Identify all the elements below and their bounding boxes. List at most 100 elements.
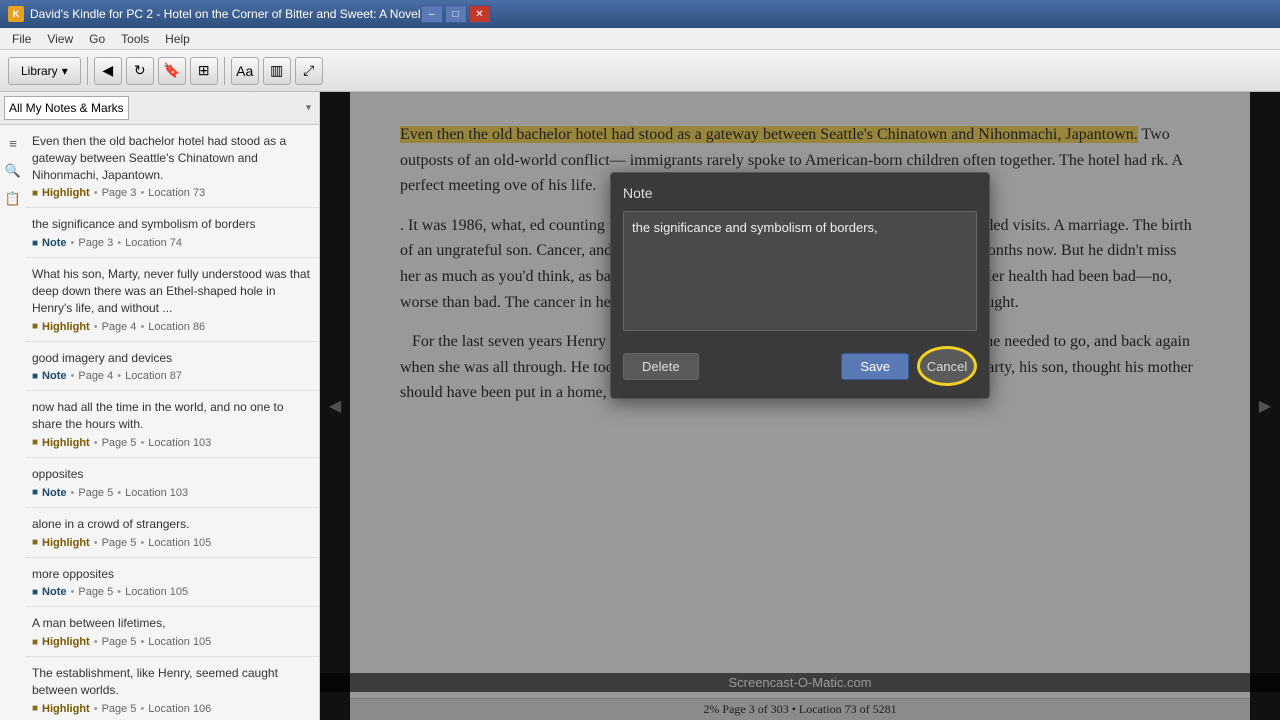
note-separator-2: • — [140, 703, 144, 715]
bookmark-button[interactable]: 🔖 — [158, 57, 186, 85]
note-type-label: Highlight — [42, 437, 90, 449]
note-location: Location 105 — [148, 537, 211, 549]
note-meta: ■ Highlight • Page 5 • Location 105 — [32, 537, 311, 549]
titlebar: K David's Kindle for PC 2 - Hotel on the… — [0, 0, 1280, 28]
list-item[interactable]: opposites ■ Note • Page 5 • Location 103 — [26, 458, 319, 508]
menu-view[interactable]: View — [39, 30, 81, 48]
list-item[interactable]: The establishment, like Henry, seemed ca… — [26, 657, 319, 720]
note-page: Page 4 — [78, 370, 113, 382]
window-controls[interactable]: – □ ✕ — [421, 5, 491, 23]
note-type-icon: ■ — [32, 537, 38, 548]
close-button[interactable]: ✕ — [469, 5, 491, 23]
list-item[interactable]: the significance and symbolism of border… — [26, 208, 319, 258]
menu-go[interactable]: Go — [81, 30, 113, 48]
menu-help[interactable]: Help — [157, 30, 198, 48]
list-item[interactable]: now had all the time in the world, and n… — [26, 391, 319, 458]
back-button[interactable]: ◀ — [94, 57, 122, 85]
minimize-button[interactable]: – — [421, 5, 443, 23]
notes-filter-dropdown[interactable]: All My Notes & Marks Highlights Only Not… — [4, 96, 129, 120]
note-meta: ■ Highlight • Page 5 • Location 105 — [32, 636, 311, 648]
note-type-icon: ■ — [32, 238, 38, 249]
note-text: alone in a crowd of strangers. — [32, 516, 311, 533]
layout-button[interactable]: ⊞ — [190, 57, 218, 85]
sidebar-notes-icon[interactable]: 📋 — [2, 188, 24, 210]
note-text: the significance and symbolism of border… — [32, 216, 311, 233]
note-text: The establishment, like Henry, seemed ca… — [32, 665, 311, 699]
main-layout: ≡ 🔍 📋 All My Notes & Marks Highlights On… — [0, 92, 1280, 720]
menu-file[interactable]: File — [4, 30, 39, 48]
note-page: Page 5 — [102, 437, 137, 449]
list-item[interactable]: Even then the old bachelor hotel had sto… — [26, 125, 319, 208]
list-item[interactable]: A man between lifetimes, ■ Highlight • P… — [26, 607, 319, 657]
content-area: ◀ Even then the old bachelor hotel had s… — [320, 92, 1280, 720]
note-meta: ■ Highlight • Page 5 • Location 103 — [32, 437, 311, 449]
font-button[interactable]: Aa — [231, 57, 259, 85]
note-separator: • — [94, 187, 98, 199]
app-icon: K — [8, 6, 24, 22]
list-item[interactable]: more opposites ■ Note • Page 5 • Locatio… — [26, 558, 319, 608]
note-separator-2: • — [117, 487, 121, 499]
note-meta: ■ Highlight • Page 4 • Location 86 — [32, 321, 311, 333]
sidebar-search-icon[interactable]: 🔍 — [2, 160, 24, 182]
note-dialog: Note Delete Save Cancel — [610, 172, 990, 399]
note-meta: ■ Highlight • Page 5 • Location 106 — [32, 703, 311, 715]
note-meta: ■ Note • Page 4 • Location 87 — [32, 370, 311, 382]
note-page: Page 5 — [102, 537, 137, 549]
note-separator-2: • — [140, 636, 144, 648]
list-item[interactable]: What his son, Marty, never fully underst… — [26, 258, 319, 341]
note-type-label: Note — [42, 237, 66, 249]
note-location: Location 87 — [125, 370, 182, 382]
menu-tools[interactable]: Tools — [113, 30, 157, 48]
fullscreen-button[interactable]: ⤢ — [295, 57, 323, 85]
note-page: Page 3 — [78, 237, 113, 249]
note-meta: ■ Note • Page 5 • Location 105 — [32, 586, 311, 598]
note-text: A man between lifetimes, — [32, 615, 311, 632]
note-textarea[interactable] — [623, 211, 977, 331]
note-type-icon: ■ — [32, 321, 38, 332]
note-location: Location 106 — [148, 703, 211, 715]
list-item[interactable]: good imagery and devices ■ Note • Page 4… — [26, 342, 319, 392]
note-separator: • — [71, 237, 75, 249]
note-page: Page 5 — [78, 487, 113, 499]
note-type-label: Highlight — [42, 321, 90, 333]
list-item[interactable]: alone in a crowd of strangers. ■ Highlig… — [26, 508, 319, 558]
cancel-button[interactable]: Cancel — [917, 346, 977, 386]
note-type-icon: ■ — [32, 188, 38, 199]
note-separator: • — [94, 636, 98, 648]
maximize-button[interactable]: □ — [445, 5, 467, 23]
note-dialog-backdrop: Note Delete Save Cancel — [320, 92, 1280, 720]
note-text: opposites — [32, 466, 311, 483]
columns-button[interactable]: ▥ — [263, 57, 291, 85]
note-type-label: Highlight — [42, 537, 90, 549]
note-page: Page 5 — [78, 586, 113, 598]
note-separator: • — [94, 537, 98, 549]
toolbar-separator-1 — [87, 57, 88, 85]
library-button[interactable]: Library ▾ — [8, 57, 81, 85]
note-type-icon: ■ — [32, 637, 38, 648]
note-separator: • — [71, 586, 75, 598]
note-location: Location 105 — [125, 586, 188, 598]
note-location: Location 74 — [125, 237, 182, 249]
note-separator-2: • — [140, 437, 144, 449]
save-button[interactable]: Save — [841, 353, 909, 380]
refresh-button[interactable]: ↻ — [126, 57, 154, 85]
note-location: Location 105 — [148, 636, 211, 648]
note-text: now had all the time in the world, and n… — [32, 399, 311, 433]
delete-button[interactable]: Delete — [623, 353, 699, 380]
notes-filter-dropdown-wrap: All My Notes & Marks Highlights Only Not… — [4, 96, 315, 120]
note-type-label: Highlight — [42, 187, 90, 199]
sidebar-resize-handle[interactable] — [315, 92, 319, 720]
sidebar-menu-icon[interactable]: ≡ — [2, 132, 24, 154]
note-dialog-footer: Delete Save Cancel — [623, 346, 977, 386]
dropdown-arrow-icon: ▾ — [306, 103, 311, 114]
note-page: Page 5 — [102, 703, 137, 715]
toolbar-separator-2 — [224, 57, 225, 85]
note-text: more opposites — [32, 566, 311, 583]
note-type-label: Note — [42, 586, 66, 598]
sidebar-toolbar: All My Notes & Marks Highlights Only Not… — [0, 92, 319, 125]
note-type-label: Note — [42, 487, 66, 499]
notes-list[interactable]: Even then the old bachelor hotel had sto… — [0, 125, 319, 720]
note-separator-2: • — [117, 237, 121, 249]
note-text: Even then the old bachelor hotel had sto… — [32, 133, 311, 183]
note-separator: • — [94, 437, 98, 449]
